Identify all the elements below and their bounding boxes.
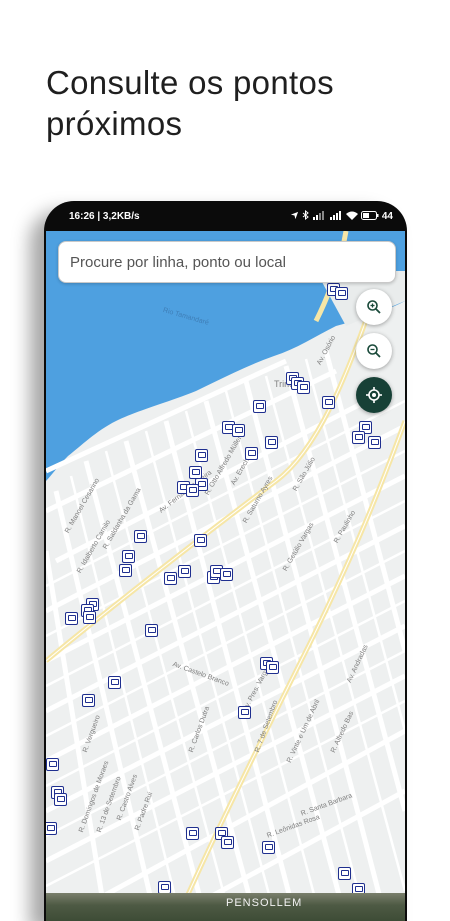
- phone-frame: 16:26 | 3,2KB/s 44 Rio Tamandaré Av. Osó…: [44, 201, 407, 921]
- signal-icon: [312, 210, 326, 223]
- status-bar: 16:26 | 3,2KB/s 44: [44, 201, 407, 231]
- status-time-speed: 16:26 | 3,2KB/s: [69, 211, 140, 222]
- bus-stop-icon[interactable]: [232, 424, 245, 437]
- my-location-icon: [366, 387, 382, 403]
- bus-stop-icon[interactable]: [220, 568, 233, 581]
- bus-stop-icon[interactable]: [245, 447, 258, 460]
- bus-stop-icon[interactable]: [335, 287, 348, 300]
- zoom-in-button[interactable]: [356, 289, 392, 325]
- my-location-button[interactable]: [356, 377, 392, 413]
- bus-stop-icon[interactable]: [134, 530, 147, 543]
- bus-stop-icon[interactable]: [266, 661, 279, 674]
- bus-stop-icon[interactable]: [83, 611, 96, 624]
- bus-stop-icon[interactable]: [253, 400, 266, 413]
- zoom-out-icon: [367, 344, 381, 358]
- bluetooth-icon: [302, 209, 309, 223]
- bus-stop-icon[interactable]: [221, 836, 234, 849]
- bus-stop-icon[interactable]: [65, 612, 78, 625]
- bus-stop-icon[interactable]: [322, 396, 335, 409]
- bus-stop-icon[interactable]: [238, 706, 251, 719]
- bus-stop-icon[interactable]: [54, 793, 67, 806]
- bottom-label: PENSOLLEM: [226, 897, 303, 909]
- bus-stop-icon[interactable]: [178, 565, 191, 578]
- search-input[interactable]: Procure por linha, ponto ou local: [70, 254, 286, 271]
- location-icon: [290, 211, 299, 223]
- bus-stop-icon[interactable]: [262, 841, 275, 854]
- search-bar[interactable]: Procure por linha, ponto ou local: [58, 241, 396, 283]
- bus-stop-icon[interactable]: [145, 624, 158, 637]
- bottom-image-strip: PENSOLLEM: [46, 893, 405, 921]
- bus-stop-icon[interactable]: [265, 436, 278, 449]
- bus-stop-icon[interactable]: [194, 534, 207, 547]
- battery-icon: [360, 210, 379, 223]
- zoom-out-button[interactable]: [356, 333, 392, 369]
- bus-stop-icon[interactable]: [46, 822, 57, 835]
- bus-stop-icon[interactable]: [297, 381, 310, 394]
- bus-stop-icon[interactable]: [368, 436, 381, 449]
- bus-stop-icon[interactable]: [164, 572, 177, 585]
- page-headline: Consulte os pontos próximos: [46, 64, 334, 142]
- bus-stop-icon[interactable]: [195, 449, 208, 462]
- signal-2-icon: [329, 210, 343, 223]
- zoom-in-icon: [367, 300, 381, 314]
- bus-stop-icon[interactable]: [108, 676, 121, 689]
- bus-stop-icon[interactable]: [186, 827, 199, 840]
- bus-stop-icon[interactable]: [119, 564, 132, 577]
- battery-level: 44: [381, 211, 393, 222]
- status-icons: 44: [290, 209, 393, 223]
- bus-stop-icon[interactable]: [338, 867, 351, 880]
- bus-stop-icon[interactable]: [82, 694, 95, 707]
- map-screen[interactable]: Rio Tamandaré Av. Osório Trindade Av. Fe…: [46, 231, 405, 921]
- wifi-icon: [345, 211, 358, 223]
- bus-stop-icon[interactable]: [122, 550, 135, 563]
- bus-stop-icon[interactable]: [46, 758, 59, 771]
- bus-stop-icon[interactable]: [186, 484, 199, 497]
- bus-stop-icon[interactable]: [352, 431, 365, 444]
